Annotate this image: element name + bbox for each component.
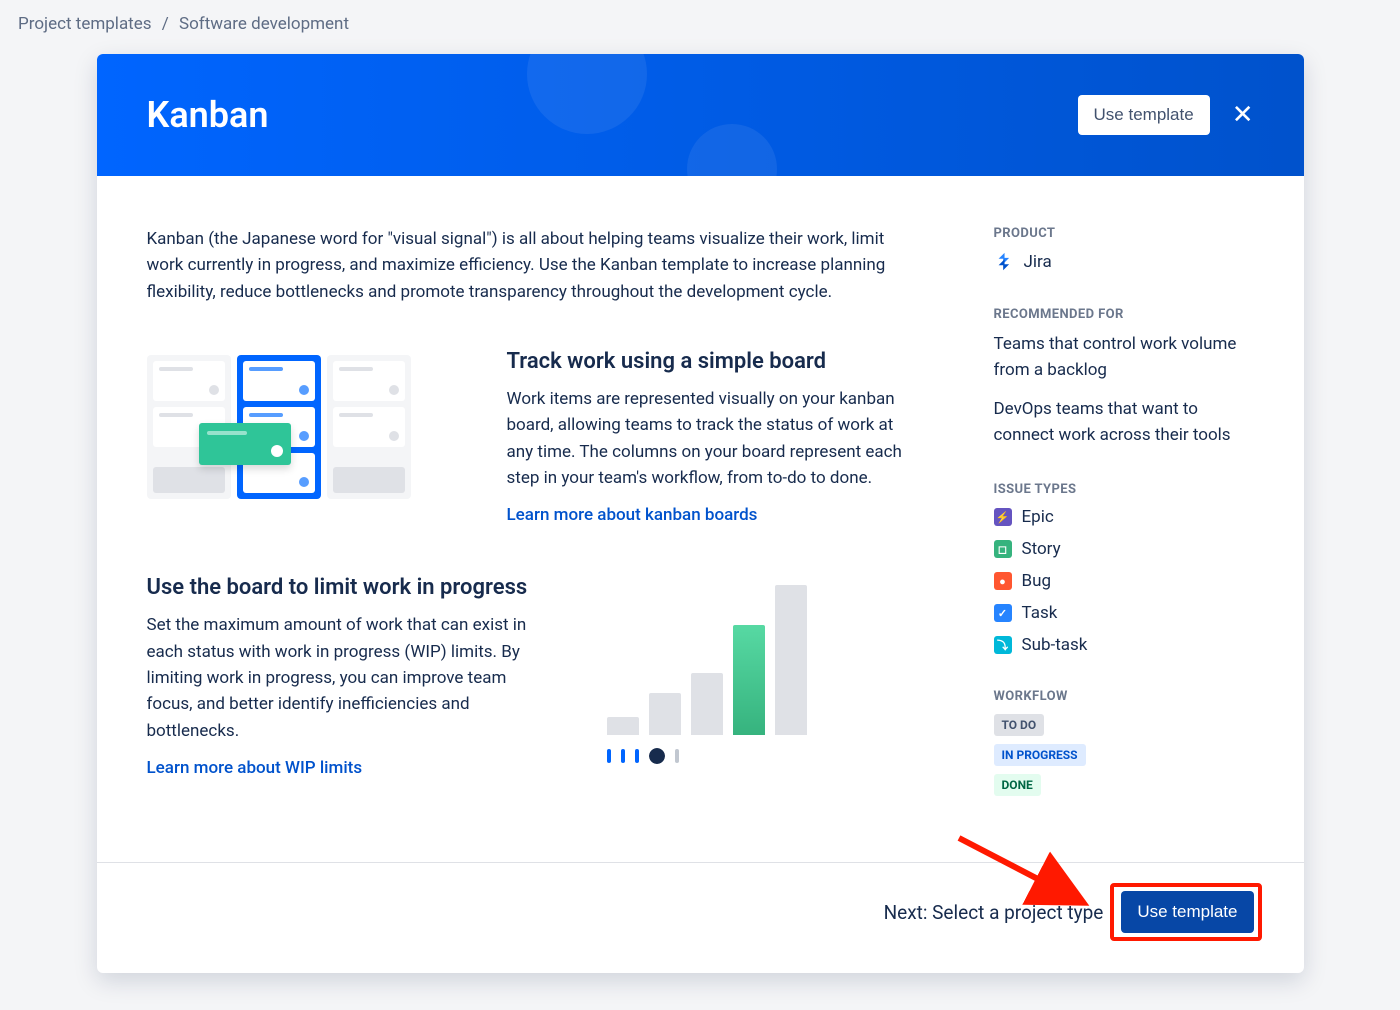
breadcrumb-sep: / (162, 14, 169, 34)
epic-icon: ⚡ (994, 508, 1012, 526)
workflow-status-done: DONE (994, 774, 1041, 796)
template-description: Kanban (the Japanese word for "visual si… (147, 226, 924, 305)
feature-body: Set the maximum amount of work that can … (147, 612, 547, 744)
story-icon: ◻ (994, 540, 1012, 558)
recommended-item: Teams that control work volume from a ba… (994, 332, 1254, 383)
issue-type-story: ◻Story (994, 539, 1254, 559)
hero: Kanban Use template ✕ (97, 54, 1304, 176)
product-label: PRODUCT (994, 226, 1254, 241)
issue-type-bug: ●Bug (994, 571, 1254, 591)
footer: Next: Select a project type Use template (97, 862, 1304, 973)
breadcrumb-root[interactable]: Project templates (18, 14, 152, 34)
recommended-label: RECOMMENDED FOR (994, 307, 1254, 322)
issue-type-epic: ⚡Epic (994, 507, 1254, 527)
product-name: Jira (1024, 252, 1052, 272)
kanban-board-illustration (147, 349, 447, 499)
issue-types-label: ISSUE TYPES (994, 482, 1254, 497)
workflow-status-inprogress: IN PROGRESS (994, 744, 1086, 766)
feature-wip-limits: Use the board to limit work in progress … (147, 575, 924, 778)
feature-track-work: Track work using a simple board Work ite… (147, 349, 924, 525)
feature-title: Track work using a simple board (507, 349, 924, 374)
close-icon[interactable]: ✕ (1232, 102, 1254, 128)
learn-more-boards-link[interactable]: Learn more about kanban boards (507, 505, 758, 525)
workflow-status-todo: TO DO (994, 714, 1045, 736)
page-title: Kanban (147, 94, 269, 136)
issue-type-task: ✓Task (994, 603, 1254, 623)
learn-more-wip-link[interactable]: Learn more about WIP limits (147, 758, 363, 778)
task-icon: ✓ (994, 604, 1012, 622)
workflow-block: WORKFLOW TO DO IN PROGRESS DONE (994, 689, 1254, 804)
jira-icon (994, 251, 1016, 273)
bug-icon: ● (994, 572, 1012, 590)
breadcrumb-current: Software development (179, 14, 349, 34)
product-block: PRODUCT Jira (994, 226, 1254, 273)
recommended-item: DevOps teams that want to connect work a… (994, 397, 1254, 448)
feature-body: Work items are represented visually on y… (507, 386, 924, 491)
recommended-block: RECOMMENDED FOR Teams that control work … (994, 307, 1254, 448)
workflow-label: WORKFLOW (994, 689, 1254, 704)
breadcrumb: Project templates / Software development (0, 0, 1400, 48)
subtask-icon: ⤵ (994, 636, 1012, 654)
use-template-button-top[interactable]: Use template (1078, 95, 1210, 135)
next-step-text: Next: Select a project type (884, 901, 1104, 924)
wip-chart-illustration (607, 575, 827, 771)
template-modal: Kanban Use template ✕ Kanban (the Japane… (97, 54, 1304, 973)
use-template-button-bottom[interactable]: Use template (1121, 891, 1253, 933)
issue-type-subtask: ⤵Sub-task (994, 635, 1254, 655)
feature-title: Use the board to limit work in progress (147, 575, 547, 600)
issue-types-block: ISSUE TYPES ⚡Epic ◻Story ●Bug ✓Task ⤵Sub… (994, 482, 1254, 655)
